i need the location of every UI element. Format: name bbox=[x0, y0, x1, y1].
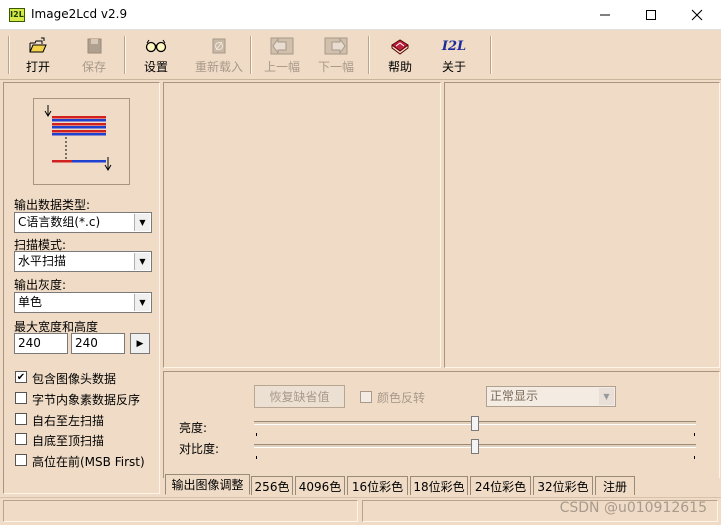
help-book-icon bbox=[391, 39, 409, 55]
toolbar-separator bbox=[250, 36, 252, 74]
output-type-value: C语言数组(*.c) bbox=[18, 215, 101, 229]
about-button[interactable]: I2L 关于 bbox=[436, 34, 472, 76]
window-title: Image2Lcd v2.9 bbox=[31, 7, 128, 21]
minimize-icon bbox=[600, 14, 610, 16]
contrast-slider-thumb[interactable] bbox=[471, 439, 479, 454]
help-button[interactable]: 帮助 bbox=[382, 34, 418, 76]
maximize-button[interactable] bbox=[628, 0, 674, 30]
checkbox-invert-color[interactable] bbox=[360, 391, 372, 403]
scan-direction-icon bbox=[44, 105, 112, 171]
folder-open-icon bbox=[29, 37, 47, 53]
tab-16bit-color[interactable]: 16位彩色 bbox=[347, 476, 408, 495]
open-button[interactable]: 打开 bbox=[20, 34, 56, 76]
app-icon: I2L bbox=[9, 8, 25, 22]
minimize-button[interactable] bbox=[582, 0, 628, 30]
tab-output-adjust[interactable]: 输出图像调整 bbox=[165, 474, 250, 495]
checkbox-include-header[interactable]: ✔ bbox=[15, 371, 27, 383]
tab-register[interactable]: 注册 bbox=[595, 476, 635, 495]
gray-level-label: 输出灰度: bbox=[14, 278, 67, 292]
maximize-icon bbox=[646, 10, 656, 20]
toolbar-separator bbox=[490, 36, 492, 74]
slider-tick bbox=[694, 456, 695, 459]
apply-size-button[interactable]: ▶ bbox=[130, 333, 150, 354]
toolbar-separator bbox=[124, 36, 126, 74]
tab-256-color[interactable]: 256色 bbox=[251, 476, 293, 495]
settings-button[interactable]: 设置 bbox=[138, 34, 174, 76]
brightness-label: 亮度: bbox=[179, 421, 208, 435]
invert-color-label: 颜色反转 bbox=[377, 391, 426, 405]
app-logo-icon: I2L bbox=[441, 38, 467, 54]
gray-level-select[interactable]: 单色 ▼ bbox=[14, 292, 152, 313]
save-button[interactable]: 保存 bbox=[76, 34, 112, 76]
tab-32bit-color[interactable]: 32位彩色 bbox=[533, 476, 593, 495]
output-type-select[interactable]: C语言数组(*.c) ▼ bbox=[14, 212, 152, 233]
chevron-down-icon: ▼ bbox=[134, 214, 150, 231]
source-image-preview bbox=[163, 82, 441, 368]
reload-icon bbox=[212, 38, 226, 54]
msb-first-label: 高位在前(MSB First) bbox=[32, 455, 145, 469]
max-height-input[interactable]: 240 bbox=[71, 333, 125, 354]
toolbar-grip bbox=[8, 36, 10, 74]
status-cell-left bbox=[3, 500, 358, 522]
slider-tick bbox=[694, 433, 695, 436]
reload-button[interactable]: 重新载入 bbox=[194, 34, 244, 76]
previous-image-button[interactable]: 上一幅 bbox=[262, 34, 302, 76]
toolbar-separator bbox=[368, 36, 370, 74]
output-image-preview bbox=[444, 82, 720, 368]
triangle-right-icon: ▶ bbox=[136, 338, 144, 349]
output-type-label: 输出数据类型: bbox=[14, 198, 91, 212]
tab-24bit-color[interactable]: 24位彩色 bbox=[470, 476, 531, 495]
watermark-text: CSDN @u010912615 bbox=[559, 500, 707, 516]
scan-mode-select[interactable]: 水平扫描 ▼ bbox=[14, 251, 152, 272]
display-mode-value: 正常显示 bbox=[490, 389, 539, 403]
chevron-down-icon: ▼ bbox=[599, 388, 614, 405]
close-icon bbox=[691, 9, 703, 21]
arrow-left-icon bbox=[270, 37, 294, 55]
max-width-input[interactable]: 240 bbox=[14, 333, 68, 354]
slider-tick bbox=[256, 456, 257, 459]
arrow-right-icon bbox=[324, 37, 348, 55]
brightness-slider-thumb[interactable] bbox=[471, 416, 479, 431]
checkbox-reverse-byte[interactable] bbox=[15, 392, 27, 404]
right-to-left-label: 自右至左扫描 bbox=[32, 414, 105, 428]
floppy-disk-icon bbox=[87, 38, 102, 54]
gray-level-value: 单色 bbox=[18, 295, 43, 309]
reverse-byte-label: 字节内象素数据反序 bbox=[32, 393, 141, 407]
contrast-label: 对比度: bbox=[179, 442, 220, 456]
scan-mode-value: 水平扫描 bbox=[18, 254, 67, 268]
chevron-down-icon: ▼ bbox=[134, 253, 150, 270]
checkbox-msb-first[interactable] bbox=[15, 454, 27, 466]
tab-18bit-color[interactable]: 18位彩色 bbox=[410, 476, 468, 495]
include-header-label: 包含图像头数据 bbox=[32, 372, 117, 386]
tab-4096-color[interactable]: 4096色 bbox=[295, 476, 345, 495]
chevron-down-icon: ▼ bbox=[134, 294, 150, 311]
scan-mode-preview bbox=[33, 98, 130, 185]
bottom-to-top-label: 自底至顶扫描 bbox=[32, 434, 105, 448]
close-button[interactable] bbox=[674, 0, 720, 30]
slider-tick bbox=[256, 433, 257, 436]
checkbox-right-to-left[interactable] bbox=[15, 413, 27, 425]
next-image-button[interactable]: 下一幅 bbox=[316, 34, 356, 76]
restore-defaults-button[interactable]: 恢复缺省值 bbox=[254, 385, 345, 408]
checkbox-bottom-to-top[interactable] bbox=[15, 433, 27, 445]
display-mode-select[interactable]: 正常显示 ▼ bbox=[486, 386, 616, 407]
glasses-icon bbox=[145, 39, 167, 53]
